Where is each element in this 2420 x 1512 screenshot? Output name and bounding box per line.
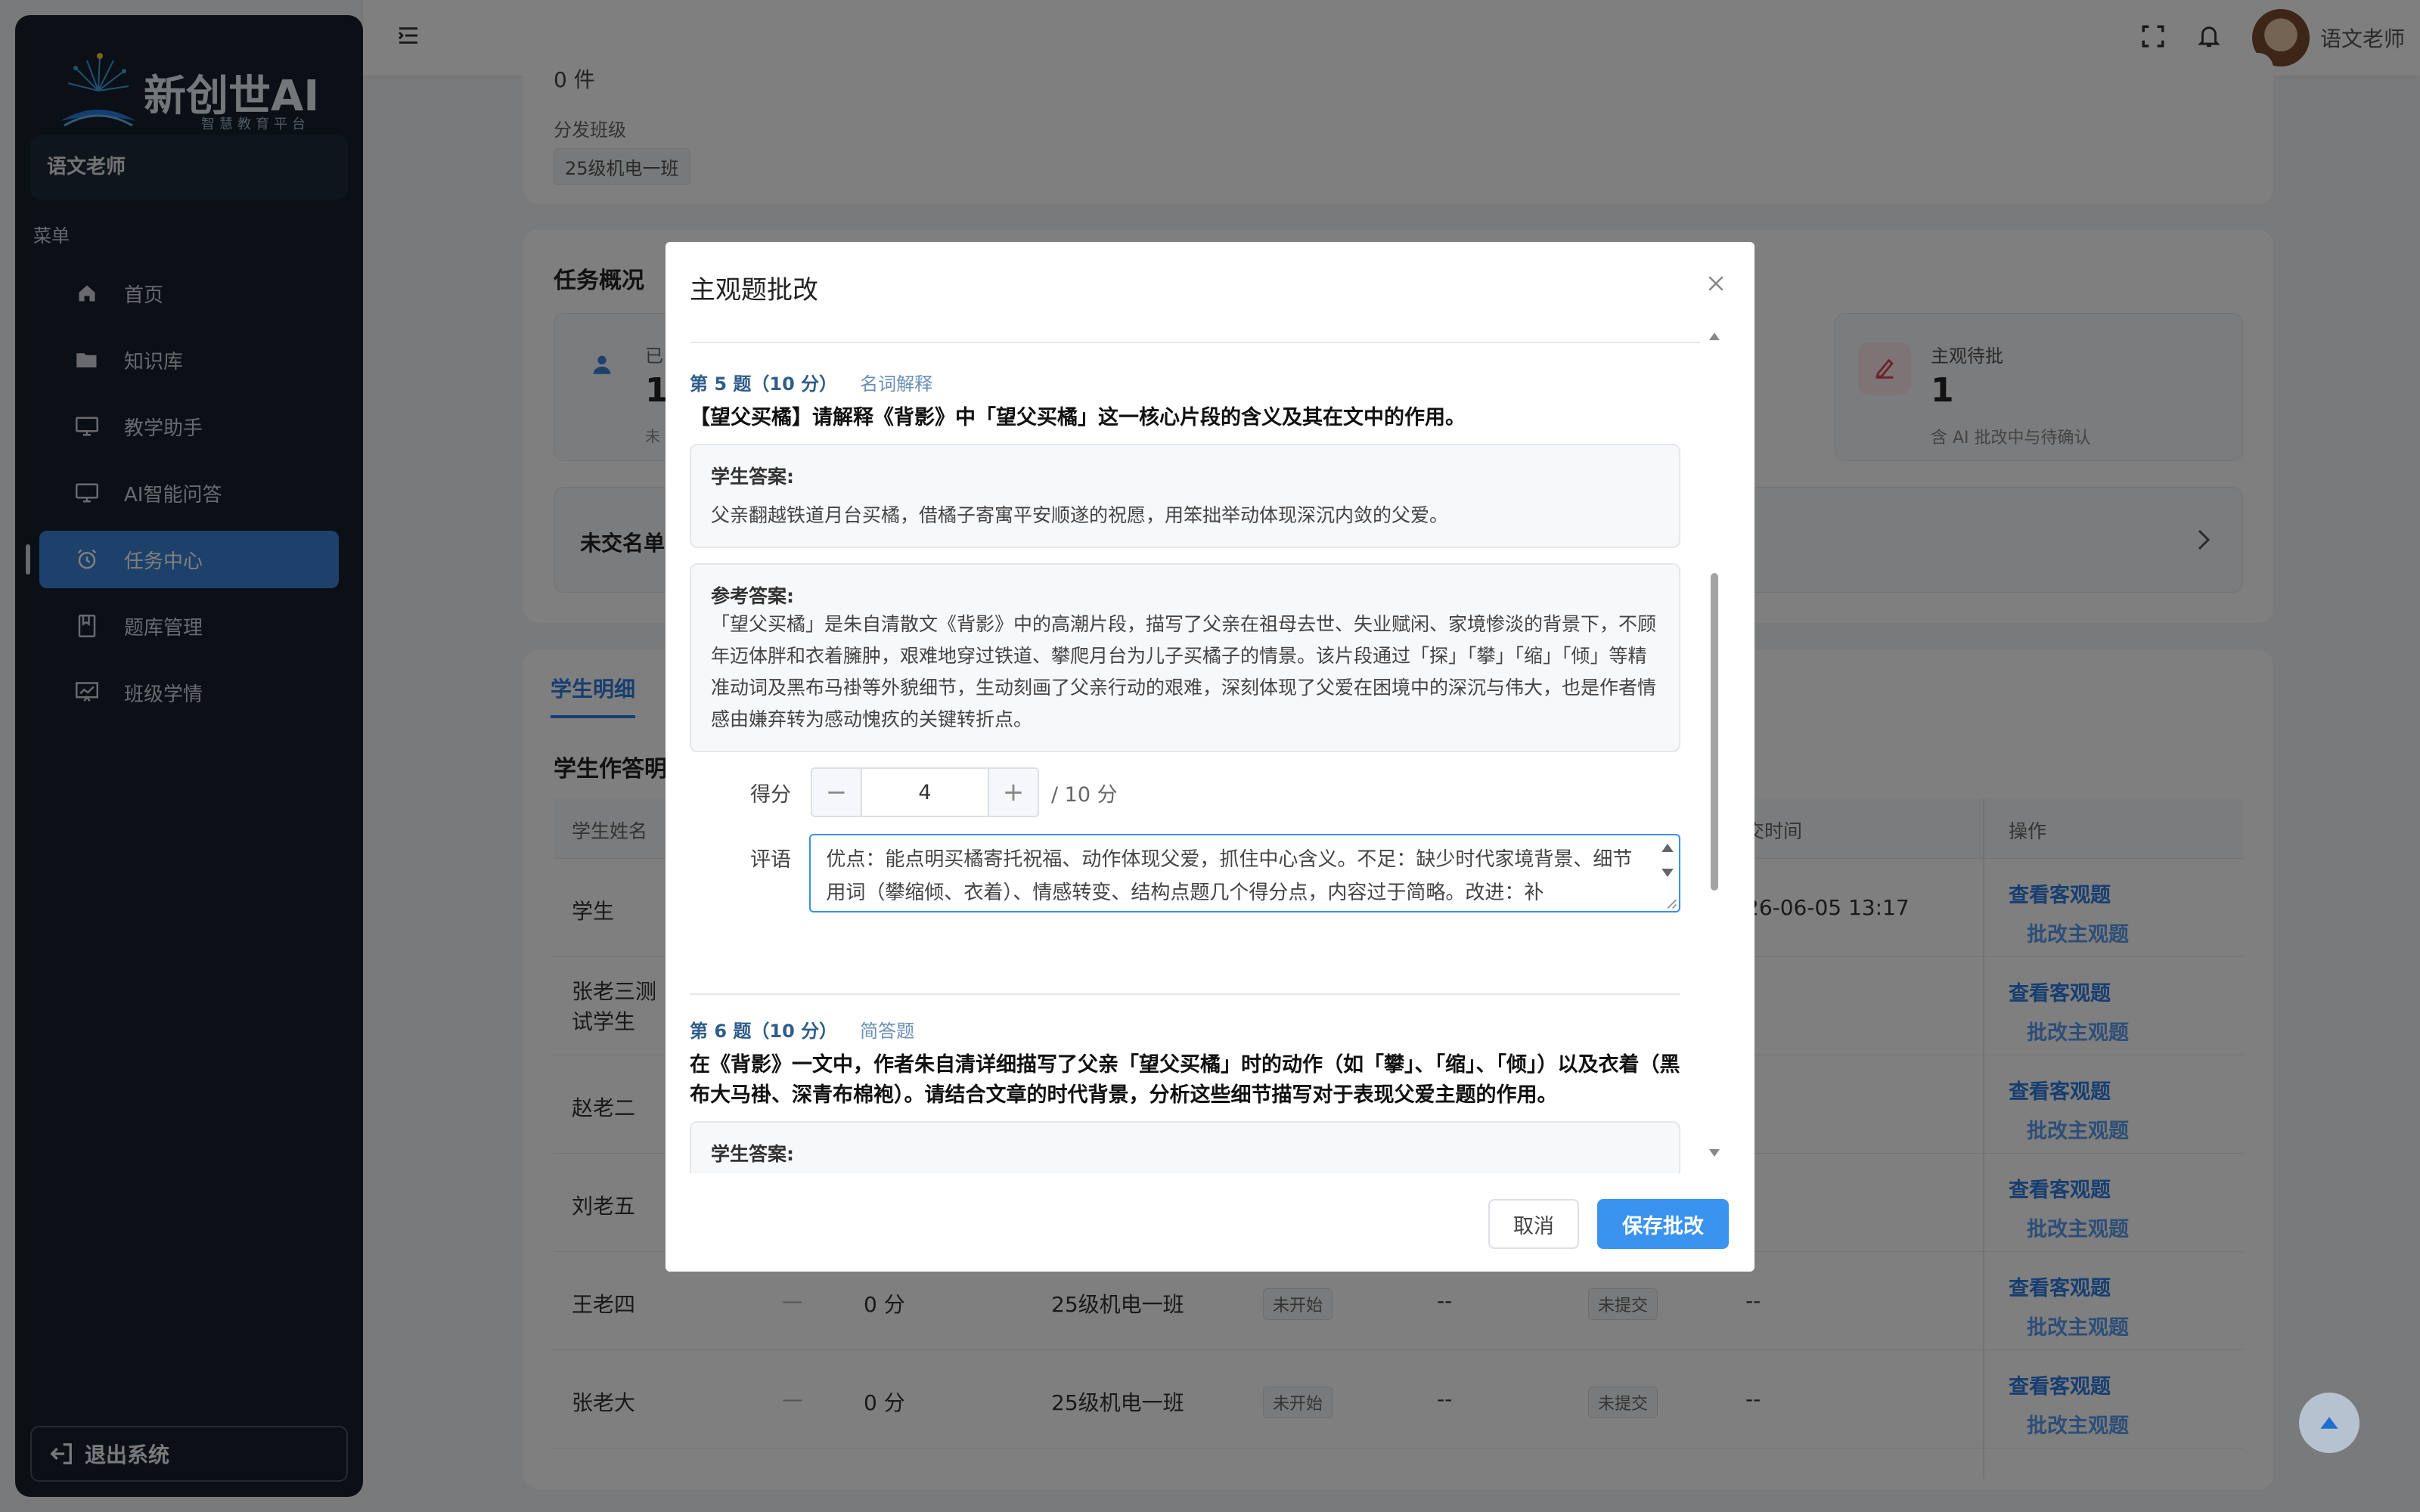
question-6: 第 6 题（10 分） 简答题 在《背影》一文中，作者朱自清详细描写了父亲「望父买… xyxy=(690,1016,1680,1173)
comment-text: 优点：能点明买橘寄托祝福、动作体现父爱，抓住中心含义。不足：缺少时代家境背景、细… xyxy=(826,848,1633,904)
question-header: 第 5 题（10 分） 名词解释 xyxy=(690,369,1680,395)
student-answer-label: 学生答案: xyxy=(711,466,794,488)
student-answer-box: 学生答案: 父亲翻越铁道月台买橘，借橘子寄寓平安顺遂的祝愿，用笨拙举动体现深沉内… xyxy=(690,444,1680,548)
dialog-title: 主观题批改 xyxy=(690,275,818,305)
close-icon[interactable] xyxy=(1705,272,1727,295)
question-type: 名词解释 xyxy=(860,373,933,395)
dialog-body[interactable]: 第 5 题（10 分） 名词解释 【望父买橘】请解释《背影》中「望父买橘」这一核心… xyxy=(690,342,1700,1173)
decrement-button[interactable]: − xyxy=(812,769,861,816)
student-answer-label: 学生答案: xyxy=(711,1143,794,1165)
student-answer-box: 学生答案: xyxy=(690,1121,1680,1173)
grading-dialog: 主观题批改 第 5 题（10 分） 名词解释 【望父买橘】请解释《背影》中「望父买… xyxy=(666,242,1754,1272)
comment-row: 评语 优点：能点明买橘寄托祝福、动作体现父爱，抓住中心含义。不足：缺少时代家境背… xyxy=(690,834,1680,912)
score-row: 得分 − 4 + / 10 分 xyxy=(690,767,1680,817)
scroll-down-icon[interactable] xyxy=(1708,1148,1721,1158)
student-answer-text: 父亲翻越铁道月台买橘，借橘子寄寓平安顺遂的祝愿，用笨拙举动体现深沉内敛的父爱。 xyxy=(711,504,1449,526)
score-input[interactable]: 4 xyxy=(861,769,989,816)
question-5: 第 5 题（10 分） 名词解释 【望父买橘】请解释《背影》中「望父买橘」这一核心… xyxy=(690,369,1680,912)
back-to-top-button[interactable] xyxy=(2299,1393,2360,1453)
question-divider xyxy=(690,993,1680,995)
question-text: 在《背影》一文中，作者朱自清详细描写了父亲「望父买橘」时的动作（如「攀」、「缩」… xyxy=(690,1053,1680,1107)
question-type: 简答题 xyxy=(860,1021,915,1042)
reference-answer-text: 「望父买橘」是朱自清散文《背影》中的高潮片段，描写了父亲在祖母去世、失业赋闲、家… xyxy=(711,613,1657,730)
caret-up-icon xyxy=(2320,1417,2338,1429)
reference-answer-label: 参考答案: xyxy=(711,585,794,607)
scroll-thumb[interactable] xyxy=(1711,573,1718,891)
scroll-up-icon[interactable] xyxy=(1708,331,1721,342)
score-total: / 10 分 xyxy=(1051,782,1118,807)
reference-answer-box: 参考答案: 「望父买橘」是朱自清散文《背影》中的高潮片段，描写了父亲在祖母去世、… xyxy=(690,563,1680,752)
comment-label: 评语 xyxy=(750,848,791,872)
score-label: 得分 xyxy=(750,782,791,807)
resize-handle-icon[interactable] xyxy=(1665,897,1677,909)
score-stepper: − 4 + xyxy=(811,767,1039,817)
cancel-button[interactable]: 取消 xyxy=(1488,1199,1579,1249)
question-number: 第 5 题（10 分） xyxy=(690,373,838,395)
increment-button[interactable]: + xyxy=(989,769,1038,816)
question-header: 第 6 题（10 分） 简答题 xyxy=(690,1016,1680,1043)
question-text: 【望父买橘】请解释《背影》中「望父买橘」这一核心片段的含义及其在文中的作用。 xyxy=(690,406,1466,429)
question-number: 第 6 题（10 分） xyxy=(690,1021,838,1042)
dialog-scrollbar[interactable] xyxy=(1708,331,1721,1420)
comment-textarea[interactable]: 优点：能点明买橘寄托祝福、动作体现父爱，抓住中心含义。不足：缺少时代家境背景、细… xyxy=(809,834,1680,912)
save-grading-button[interactable]: 保存批改 xyxy=(1597,1199,1729,1249)
textarea-scroll-arrows-icon[interactable] xyxy=(1659,840,1676,881)
